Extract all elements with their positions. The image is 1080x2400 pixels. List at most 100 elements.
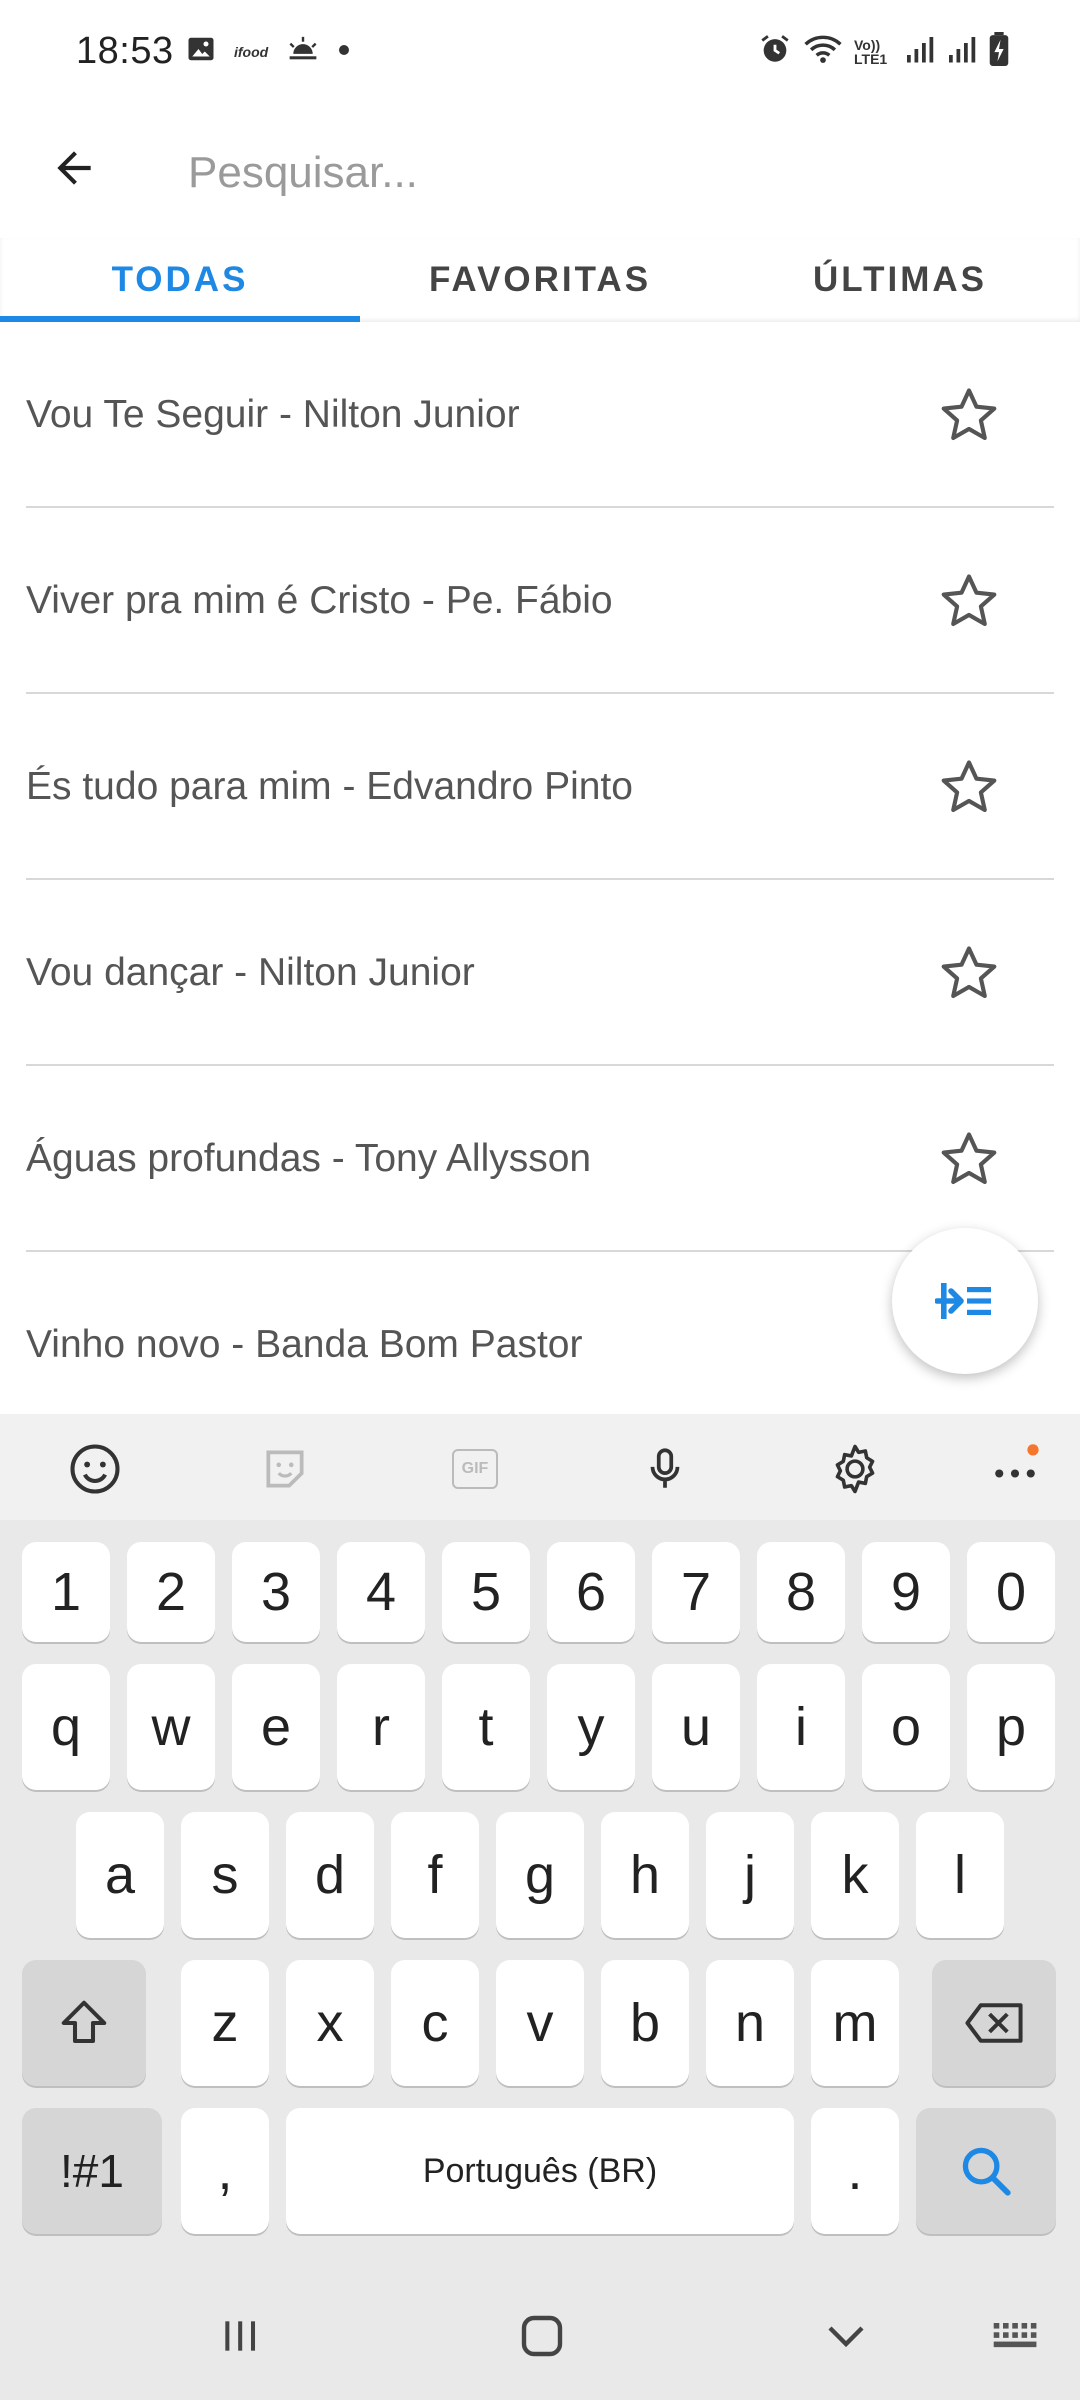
key-o[interactable]: o (862, 1664, 950, 1790)
key-4[interactable]: 4 (337, 1542, 425, 1642)
key-q[interactable]: q (22, 1664, 110, 1790)
key-p[interactable]: p (967, 1664, 1055, 1790)
status-left-icons: ifood (186, 34, 350, 69)
gif-icon: GIF (452, 1449, 498, 1489)
wifi-icon (804, 33, 842, 70)
key-6[interactable]: 6 (547, 1542, 635, 1642)
key-x[interactable]: x (286, 1960, 374, 2086)
indent-fab-button[interactable] (892, 1228, 1038, 1374)
key-j[interactable]: j (706, 1812, 794, 1938)
key-h[interactable]: h (601, 1812, 689, 1938)
tab-favoritas[interactable]: FAVORITAS (360, 238, 720, 322)
recents-icon (225, 2321, 256, 2351)
key-f[interactable]: f (391, 1812, 479, 1938)
tab-todas[interactable]: TODAS (0, 238, 360, 322)
star-outline-icon[interactable] (938, 942, 1000, 1004)
comma-key[interactable]: , (181, 2108, 269, 2234)
key-8[interactable]: 8 (757, 1542, 845, 1642)
key-s[interactable]: s (181, 1812, 269, 1938)
indent-list-icon (935, 1283, 991, 1319)
more-button[interactable] (980, 1434, 1050, 1504)
list-item[interactable]: Águas profundas - Tony Allysson (0, 1066, 1080, 1252)
star-outline-icon[interactable] (938, 756, 1000, 818)
key-d[interactable]: d (286, 1812, 374, 1938)
key-i[interactable]: i (757, 1664, 845, 1790)
emoji-icon (70, 1444, 120, 1494)
home-button[interactable] (502, 2306, 582, 2366)
key-l[interactable]: l (916, 1812, 1004, 1938)
song-title: És tudo para mim - Edvandro Pinto (26, 765, 633, 808)
keyboard-switch-button[interactable] (976, 2306, 1056, 2366)
dot-icon (338, 43, 350, 61)
key-a[interactable]: a (76, 1812, 164, 1938)
search-input[interactable] (188, 134, 1038, 212)
back-button[interactable] (44, 138, 104, 198)
key-c[interactable]: c (391, 1960, 479, 2086)
star-outline-icon[interactable] (938, 570, 1000, 632)
song-title: Vou Te Seguir - Nilton Junior (26, 393, 520, 436)
shift-icon (61, 2000, 107, 2044)
status-time: 18:53 (76, 30, 174, 72)
key-2[interactable]: 2 (127, 1542, 215, 1642)
key-t[interactable]: t (442, 1664, 530, 1790)
gallery-icon (186, 34, 216, 69)
keyboard-icon (993, 2323, 1037, 2348)
key-e[interactable]: e (232, 1664, 320, 1790)
song-title: Vinho novo - Banda Bom Pastor (26, 1323, 583, 1366)
hide-keyboard-button[interactable] (806, 2306, 886, 2366)
key-1[interactable]: 1 (22, 1542, 110, 1642)
gif-button[interactable]: GIF (440, 1434, 510, 1504)
list-item[interactable]: És tudo para mim - Edvandro Pinto (0, 694, 1080, 880)
list-item[interactable]: Vou dançar - Nilton Junior (0, 880, 1080, 1066)
song-title: Vou dançar - Nilton Junior (26, 951, 475, 994)
keyboard: GIF 1 2 3 4 5 6 7 8 9 0 q w e r t y u i … (0, 1414, 1080, 2400)
key-9[interactable]: 9 (862, 1542, 950, 1642)
ifood-icon: ifood (234, 43, 269, 60)
star-outline-icon[interactable] (938, 384, 1000, 446)
key-b[interactable]: b (601, 1960, 689, 2086)
signal-icon (946, 34, 976, 69)
key-5[interactable]: 5 (442, 1542, 530, 1642)
microphone-button[interactable] (630, 1434, 700, 1504)
key-u[interactable]: u (652, 1664, 740, 1790)
key-m[interactable]: m (811, 1960, 899, 2086)
tab-ultimas[interactable]: ÚLTIMAS (720, 238, 1080, 322)
song-title: Águas profundas - Tony Allysson (26, 1137, 592, 1180)
key-z[interactable]: z (181, 1960, 269, 2086)
signal-icon (904, 34, 934, 69)
home-icon (521, 2315, 563, 2357)
key-r[interactable]: r (337, 1664, 425, 1790)
system-nav-bar (0, 2270, 1080, 2400)
list-item[interactable]: Viver pra mim é Cristo - Pe. Fábio (0, 508, 1080, 694)
key-k[interactable]: k (811, 1812, 899, 1938)
sticker-button[interactable] (250, 1434, 320, 1504)
status-bar: 18:53 ifood Vo)) LTE1 (0, 0, 1080, 108)
arrow-back-icon (57, 151, 91, 185)
emoji-button[interactable] (60, 1434, 130, 1504)
recents-button[interactable] (200, 2306, 280, 2366)
song-title: Viver pra mim é Cristo - Pe. Fábio (26, 579, 613, 622)
key-g[interactable]: g (496, 1812, 584, 1938)
key-y[interactable]: y (547, 1664, 635, 1790)
key-3[interactable]: 3 (232, 1542, 320, 1642)
weather-icon (286, 34, 320, 69)
list-item[interactable]: Vou Te Seguir - Nilton Junior (0, 322, 1080, 508)
sticker-icon (266, 1450, 304, 1488)
search-key[interactable] (916, 2108, 1056, 2234)
app-bar (0, 108, 1080, 238)
star-outline-icon[interactable] (938, 1128, 1000, 1190)
status-right-icons: Vo)) LTE1 (758, 32, 1010, 71)
settings-button[interactable] (820, 1434, 890, 1504)
backspace-key[interactable] (932, 1960, 1056, 2086)
key-0[interactable]: 0 (967, 1542, 1055, 1642)
microphone-icon (650, 1448, 680, 1488)
symbols-key[interactable]: !#1 (22, 2108, 162, 2234)
period-key[interactable]: . (811, 2108, 899, 2234)
chevron-down-icon (828, 2326, 864, 2348)
shift-key[interactable] (22, 1960, 146, 2086)
key-n[interactable]: n (706, 1960, 794, 2086)
space-key[interactable]: Português (BR) (286, 2108, 794, 2234)
key-w[interactable]: w (127, 1664, 215, 1790)
key-7[interactable]: 7 (652, 1542, 740, 1642)
key-v[interactable]: v (496, 1960, 584, 2086)
